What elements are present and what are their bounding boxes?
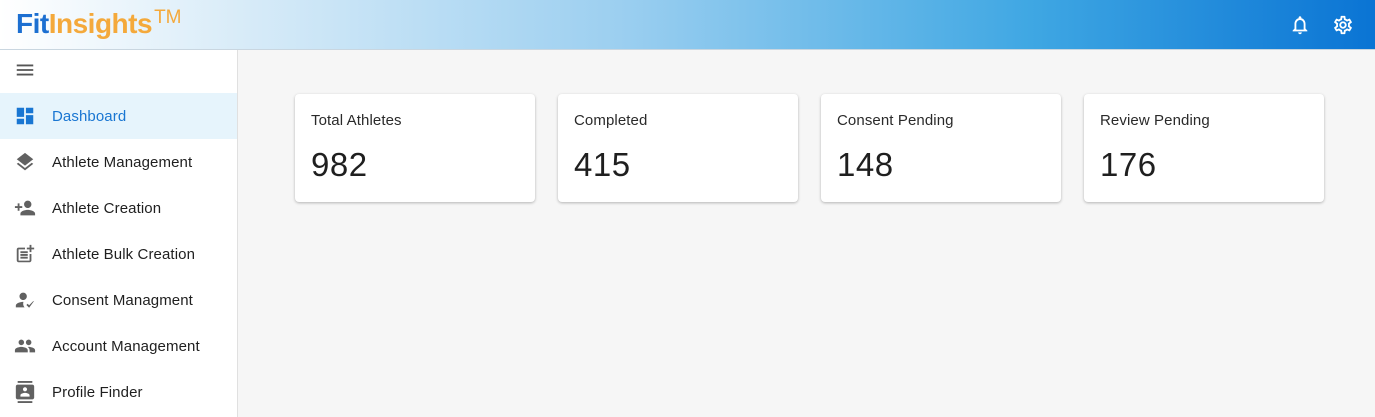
logo-fit-text: Fit xyxy=(16,8,49,39)
post-add-icon xyxy=(14,243,36,265)
sidebar-item-label: Dashboard xyxy=(52,107,127,125)
sidebar: Dashboard Athlete Management Athlete Cre… xyxy=(0,50,238,417)
stat-card-total-athletes: Total Athletes 982 xyxy=(295,94,535,202)
stat-card-title: Review Pending xyxy=(1100,112,1210,129)
sidebar-item-dashboard[interactable]: Dashboard xyxy=(0,93,237,139)
stat-card-value: 415 xyxy=(574,146,631,183)
stat-card-completed: Completed 415 xyxy=(558,94,798,202)
bell-icon[interactable] xyxy=(1289,14,1311,36)
stat-card-consent-pending: Consent Pending 148 xyxy=(821,94,1061,202)
sidebar-item-profile-finder[interactable]: Profile Finder xyxy=(0,369,237,415)
sidebar-nav: Dashboard Athlete Management Athlete Cre… xyxy=(0,93,237,415)
logo-trademark: TM xyxy=(154,7,182,28)
sidebar-item-label: Profile Finder xyxy=(52,383,143,401)
sidebar-item-label: Athlete Bulk Creation xyxy=(52,245,196,263)
person-add-icon xyxy=(14,197,36,219)
sidebar-item-athlete-bulk-creation[interactable]: Athlete Bulk Creation xyxy=(0,231,237,277)
stat-card-title: Consent Pending xyxy=(837,112,954,129)
person-check-icon xyxy=(14,289,36,311)
group-icon xyxy=(14,335,36,357)
layers-icon xyxy=(14,151,36,173)
stat-card-value: 148 xyxy=(837,146,894,183)
dashboard-icon xyxy=(14,105,36,127)
sidebar-item-label: Athlete Management xyxy=(52,153,193,171)
hamburger-menu-icon[interactable] xyxy=(14,59,36,81)
contact-card-icon xyxy=(14,381,36,403)
sidebar-item-athlete-management[interactable]: Athlete Management xyxy=(0,139,237,185)
sidebar-item-consent-managment[interactable]: Consent Managment xyxy=(0,277,237,323)
sidebar-item-label: Athlete Creation xyxy=(52,199,162,217)
sidebar-item-account-management[interactable]: Account Management xyxy=(0,323,237,369)
sidebar-item-label: Consent Managment xyxy=(52,291,193,309)
stat-card-review-pending: Review Pending 176 xyxy=(1084,94,1324,202)
stat-card-title: Completed xyxy=(574,112,648,129)
stat-card-value: 176 xyxy=(1100,146,1157,183)
sidebar-item-athlete-creation[interactable]: Athlete Creation xyxy=(0,185,237,231)
sidebar-item-label: Account Management xyxy=(52,337,200,355)
app-logo[interactable]: Fit Insights TM xyxy=(16,6,182,42)
stat-card-value: 982 xyxy=(311,146,368,183)
gear-icon[interactable] xyxy=(1332,14,1354,36)
app-bar: Fit Insights TM xyxy=(0,0,1375,50)
logo-insights-text: Insights xyxy=(48,8,153,39)
stat-card-title: Total Athletes xyxy=(311,112,402,129)
stats-cards: Total Athletes 982 Completed 415 Consent… xyxy=(295,94,1324,202)
